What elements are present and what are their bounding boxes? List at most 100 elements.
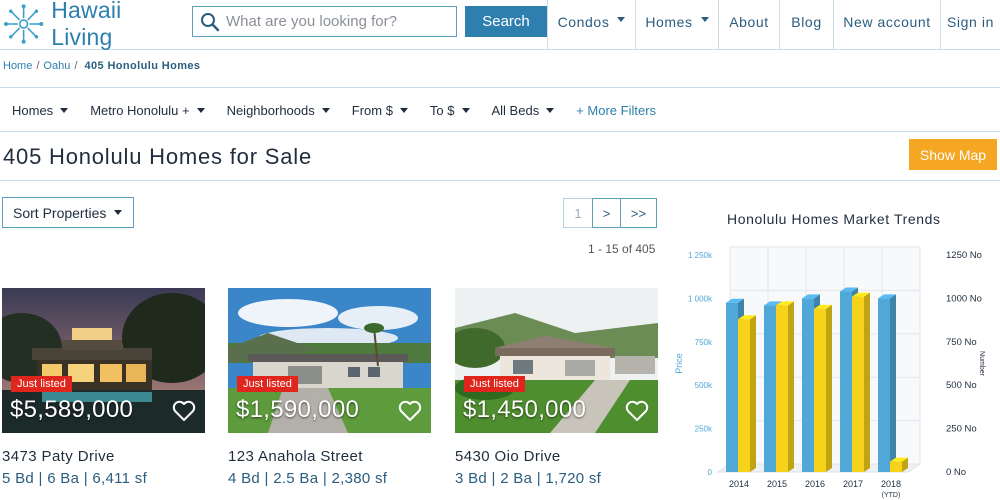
listing-photo[interactable]: Just listed $1,450,000 [455,288,658,433]
chevron-down-icon [546,107,555,113]
x-tick-label: 2014 [729,479,749,489]
search-button[interactable]: Search [465,6,547,37]
just-listed-badge: Just listed [237,376,298,392]
listing-photo[interactable]: Just listed $5,589,000 [2,288,205,433]
page-title: 405 Honolulu Homes for Sale [3,144,312,169]
next-page-button[interactable]: > [592,198,621,228]
breadcrumb-oahu[interactable]: Oahu [43,60,70,72]
x-tick-label: 2018 [881,479,901,489]
chart-bar-front [726,302,738,472]
x-tick-label: 2015 [767,479,787,489]
filter-bar: Homes Metro Honolulu + Neighborhoods Fro… [0,90,666,130]
y-left-tick-label: 1 000k [688,294,713,303]
search-input[interactable] [226,13,451,30]
pagination: 1 > >> [563,198,657,228]
filter-from-label: From $ [351,102,393,118]
y-left-tick-label: 0 [708,468,713,477]
y-left-axis-label: Price [674,353,684,374]
nav-about[interactable]: About [718,0,779,50]
hawaii-living-logo-icon [3,4,44,44]
listing-price: $5,589,000 [10,396,134,423]
last-page-button[interactable]: >> [620,198,657,228]
y-right-tick-label: 750 No [946,337,977,348]
chart-bar-front [890,461,902,472]
listing-photo[interactable]: Just listed $1,590,000 [228,288,431,433]
chevron-down-icon [399,107,408,113]
listing-address[interactable]: 5430 Oio Drive [455,448,561,465]
listing-specs: 3 Bd | 2 Ba | 1,720 sf [455,470,602,487]
listing-address[interactable]: 3473 Paty Drive [2,448,115,465]
show-map-button[interactable]: Show Map [909,139,997,170]
nav-new-account-label: New account [843,14,931,30]
chart-bar-front [776,305,788,472]
x-tick-label: 2017 [843,479,863,489]
filter-neighborhoods-label: Neighborhoods [226,102,315,118]
chevron-down-icon [321,107,330,113]
filter-metro-label: Metro Honolulu + [90,102,190,118]
market-trends-chart: 0 250k 500k 750k 1 000k 1 250k 0 No 250 No 500 N… [674,246,985,499]
search-bar [192,6,457,37]
result-count: 1 - 15 of 405 [588,242,656,256]
chart-bar-front [738,319,750,472]
filter-neighborhoods[interactable]: Neighborhoods [227,103,330,118]
divider [0,180,1000,181]
chevron-down-icon [196,107,205,113]
chart-bar-side [750,315,756,472]
sort-label: Sort Properties [13,204,107,221]
filter-beds-label: All Beds [491,102,540,118]
filter-price-from[interactable]: From $ [352,103,408,118]
divider [0,131,1000,132]
nav-condos-label: Condos [557,14,610,30]
listing-price: $1,450,000 [463,396,587,423]
nav-about-label: About [729,14,769,30]
filter-beds[interactable]: All Beds [492,103,555,118]
filter-price-to[interactable]: To $ [430,103,470,118]
listing-card[interactable]: Just listed $5,589,000 3473 Paty Drive 5… [2,288,205,487]
nav-blog-label: Blog [791,14,822,30]
breadcrumb-home[interactable]: Home [3,60,32,72]
filter-metro-honolulu[interactable]: Metro Honolulu + [90,102,205,118]
chart-bar-front [764,305,776,472]
chevron-down-icon [700,17,709,22]
page-1-button[interactable]: 1 [563,198,593,228]
nav-new-account[interactable]: New account [833,0,940,50]
chart-bar-front [802,298,814,472]
nav-sign-in-label: Sign in [946,14,994,30]
breadcrumb-current: 405 Honolulu Homes [84,60,201,72]
divider [0,87,1000,88]
chevron-down-icon [617,17,626,22]
y-right-tick-label: 0 No [946,467,966,478]
x-tick-sublabel: (YTD) [882,492,901,499]
nav-homes-label: Homes [645,14,693,30]
main-nav: Condos Homes About Blog New account Sign… [547,0,1000,50]
chevron-down-icon [114,210,123,215]
listing-card[interactable]: Just listed $1,590,000 123 Anahola Stree… [228,288,431,487]
more-filters-link[interactable]: + More Filters [576,103,656,118]
listing-specs: 4 Bd | 2.5 Ba | 2,380 sf [228,470,388,487]
top-header: Hawaii Living Search Condos Homes About … [0,0,1000,50]
y-left-tick-label: 250k [695,425,713,434]
listing-address[interactable]: 123 Anahola Street [228,448,363,465]
heart-icon[interactable] [172,400,196,422]
brand-name: Hawaii Living [51,0,122,50]
nav-homes[interactable]: Homes [635,0,718,50]
y-left-tick-label: 500k [695,381,713,390]
sort-properties-dropdown[interactable]: Sort Properties [2,197,134,228]
listing-card[interactable]: Just listed $1,450,000 5430 Oio Drive 3 … [455,288,658,487]
heart-icon[interactable] [398,400,422,422]
search-icon [201,12,220,31]
y-left-tick-label: 1 250k [688,251,713,260]
listing-specs: 5 Bd | 6 Ba | 6,411 sf [2,470,148,487]
brand-logo[interactable]: Hawaii Living [2,0,187,50]
chart-bar-side [788,301,794,472]
heart-icon[interactable] [625,400,649,422]
breadcrumb: Home / Oahu/ 405 Honolulu Homes [3,60,200,72]
nav-condos[interactable]: Condos [547,0,635,50]
nav-sign-in[interactable]: Sign in [940,0,1000,50]
chart-bar-front [840,291,852,472]
chart-bar-side [890,294,896,472]
filter-homes-label: Homes [12,102,54,118]
filter-homes[interactable]: Homes [12,102,69,118]
nav-blog[interactable]: Blog [779,0,833,50]
listing-price: $1,590,000 [236,396,360,423]
